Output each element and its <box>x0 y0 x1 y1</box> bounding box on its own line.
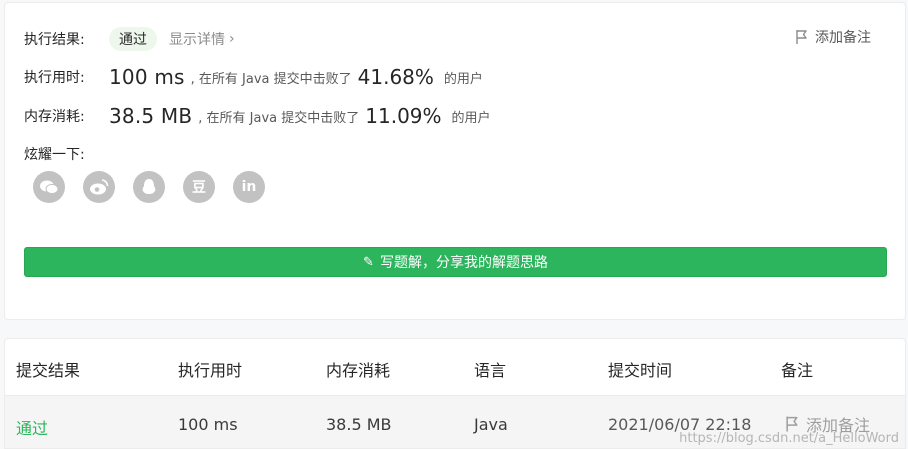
header-note: 备注 <box>781 361 814 380</box>
table-header: 提交结果 执行用时 内存消耗 语言 提交时间 备注 <box>5 339 905 395</box>
weibo-icon[interactable] <box>83 171 115 203</box>
douban-icon[interactable]: 豆 <box>183 171 215 203</box>
result-row: 执行结果: 通过 显示详情 › <box>24 27 235 51</box>
header-status: 提交结果 <box>16 361 81 380</box>
memory-percent: 11.09% <box>365 104 442 128</box>
result-label: 执行结果: <box>24 32 85 48</box>
header-memory: 内存消耗 <box>326 361 391 380</box>
wechat-icon[interactable] <box>33 171 65 203</box>
write-solution-button[interactable]: ✎ 写题解，分享我的解题思路 <box>24 247 887 277</box>
memory-label: 内存消耗: <box>24 109 85 125</box>
pencil-icon: ✎ <box>363 254 374 270</box>
submission-result-panel: 执行结果: 通过 显示详情 › 添加备注 执行用时: 100 ms , 在所有 … <box>4 2 906 320</box>
memory-users-text: 的用户 <box>451 110 491 126</box>
share-icons: 豆 in <box>33 171 283 203</box>
qq-icon[interactable] <box>133 171 165 203</box>
status-badge: 通过 <box>109 27 157 51</box>
row-memory: 38.5 MB <box>326 415 392 434</box>
runtime-beat-text: , 在所有 Java 提交中击败了 <box>190 71 352 87</box>
share-row-label: 炫耀一下: <box>24 144 109 164</box>
runtime-percent: 41.68% <box>357 65 434 89</box>
write-solution-label: 写题解，分享我的解题思路 <box>379 255 548 271</box>
watermark: https://blog.csdn.net/a_HelloWord <box>679 431 899 446</box>
row-runtime: 100 ms <box>178 415 238 434</box>
share-label: 炫耀一下: <box>24 147 85 163</box>
header-submit-time: 提交时间 <box>608 361 673 380</box>
header-runtime: 执行用时 <box>178 361 243 380</box>
chevron-right-icon[interactable]: › <box>229 31 235 47</box>
runtime-value: 100 ms <box>109 65 185 89</box>
header-language: 语言 <box>474 361 507 380</box>
linkedin-icon[interactable]: in <box>233 171 265 203</box>
memory-row: 内存消耗: 38.5 MB , 在所有 Java 提交中击败了 11.09% 的… <box>24 104 497 128</box>
row-language: Java <box>474 415 508 434</box>
submission-table: 提交结果 执行用时 内存消耗 语言 提交时间 备注 通过 100 ms 38.5… <box>4 338 906 449</box>
runtime-row: 执行用时: 100 ms , 在所有 Java 提交中击败了 41.68% 的用… <box>24 65 489 89</box>
runtime-label: 执行用时: <box>24 70 85 86</box>
row-status-link[interactable]: 通过 <box>16 415 48 439</box>
runtime-users-text: 的用户 <box>443 71 483 87</box>
add-note-button[interactable]: 添加备注 <box>795 27 871 47</box>
show-details-link[interactable]: 显示详情 <box>169 29 225 49</box>
table-row[interactable]: 通过 100 ms 38.5 MB Java 2021/06/07 22:18 … <box>5 395 905 448</box>
memory-value: 38.5 MB <box>109 104 193 128</box>
add-note-label: 添加备注 <box>815 30 871 46</box>
memory-beat-text: , 在所有 Java 提交中击败了 <box>198 110 360 126</box>
flag-icon <box>796 30 807 44</box>
